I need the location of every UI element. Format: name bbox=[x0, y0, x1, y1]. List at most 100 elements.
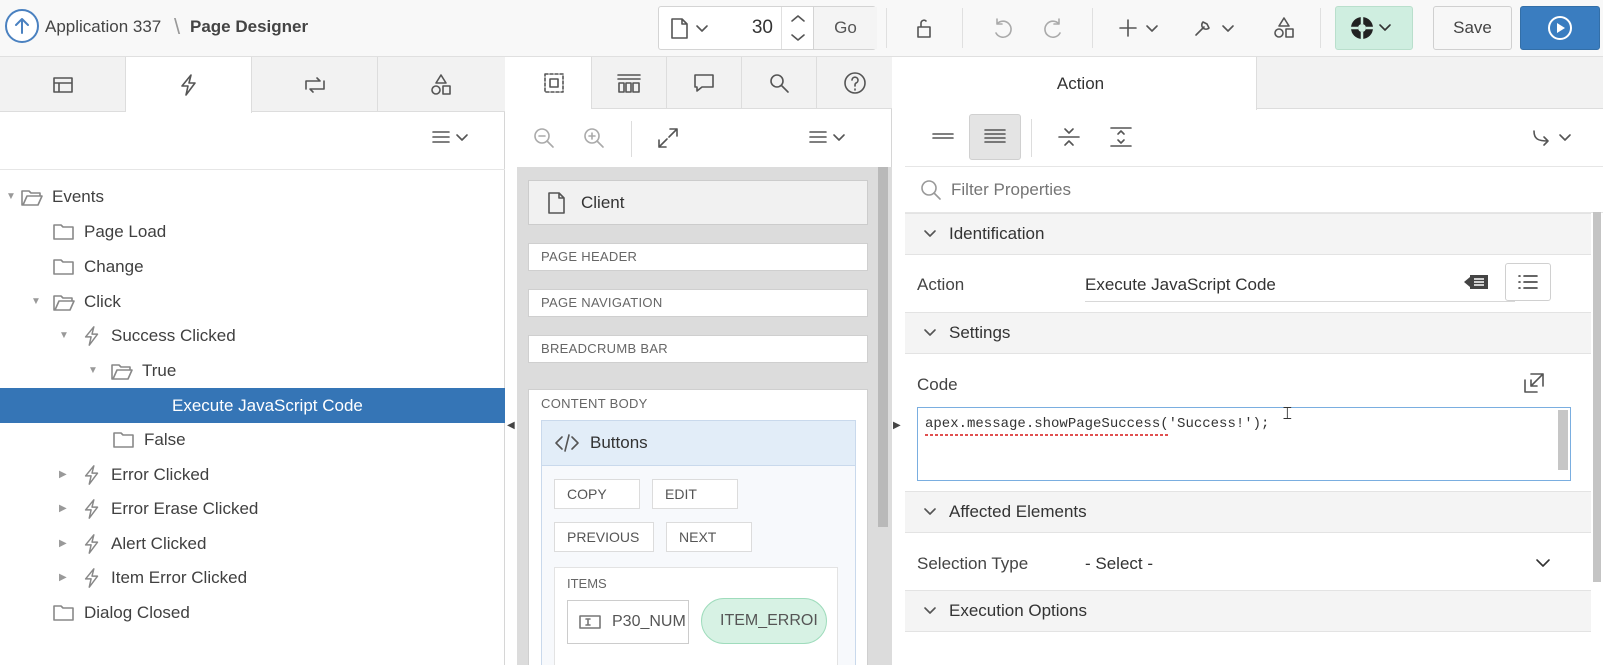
expand-all-icon[interactable] bbox=[1095, 114, 1147, 160]
show-all-icon[interactable] bbox=[969, 114, 1021, 160]
toolbar-divider bbox=[886, 8, 887, 48]
edit-button-slot[interactable]: EDIT bbox=[652, 479, 738, 509]
tree-node-dialog-closed[interactable]: Dialog Closed bbox=[0, 595, 505, 630]
tree-node-click[interactable]: ▼ Click bbox=[0, 284, 505, 319]
right-splitter-arrow-icon[interactable]: ▶ bbox=[893, 420, 901, 431]
text-field-icon bbox=[579, 615, 601, 629]
expand-arrow-icon[interactable]: ▶ bbox=[59, 503, 81, 514]
page-navigation-region[interactable]: PAGE NAVIGATION bbox=[528, 289, 868, 317]
go-to-group-menu-icon[interactable] bbox=[1525, 114, 1585, 160]
app-name-link[interactable]: Application 337 bbox=[45, 17, 161, 37]
page-number-input[interactable] bbox=[721, 7, 781, 49]
item-p30-num[interactable]: P30_NUM bbox=[567, 600, 689, 644]
shared-components-tab[interactable] bbox=[378, 57, 504, 112]
next-button-slot[interactable]: NEXT bbox=[666, 522, 752, 552]
tree-node-error-erase-clicked[interactable]: ▶ Error Erase Clicked bbox=[0, 491, 505, 526]
tree-node-label: Error Clicked bbox=[111, 464, 210, 484]
left-pane-menu-button[interactable] bbox=[430, 127, 474, 149]
expand-arrow-icon[interactable]: ▶ bbox=[59, 572, 81, 583]
code-label: Code bbox=[917, 375, 958, 394]
filter-properties-input[interactable] bbox=[951, 177, 1551, 203]
tree-node-false[interactable]: False bbox=[0, 422, 505, 457]
page-title: Page Designer bbox=[190, 17, 309, 36]
zoom-in-icon[interactable] bbox=[581, 125, 607, 151]
selection-type-select[interactable]: - Select - bbox=[1085, 554, 1153, 574]
breadcrumb-bar-region[interactable]: BREADCRUMB BAR bbox=[528, 335, 868, 363]
lock-icon[interactable] bbox=[902, 6, 946, 50]
action-select[interactable]: Execute JavaScript Code bbox=[1085, 275, 1276, 295]
previous-button-slot[interactable]: PREVIOUS bbox=[554, 522, 654, 552]
identification-group-header[interactable]: Identification bbox=[905, 213, 1591, 255]
component-view-tab[interactable] bbox=[592, 57, 667, 109]
tree-node-true[interactable]: ▼ True bbox=[0, 353, 505, 388]
content-body-region[interactable]: CONTENT BODY Buttons COPY EDIT PREVIOUS … bbox=[528, 389, 868, 665]
copy-button-slot[interactable]: COPY bbox=[554, 479, 640, 509]
action-help-icon[interactable] bbox=[1461, 269, 1491, 295]
help-tab[interactable] bbox=[817, 57, 892, 109]
buttons-region[interactable]: Buttons COPY EDIT PREVIOUS NEXT ITEMS P3… bbox=[541, 420, 856, 665]
chevron-down-icon bbox=[924, 329, 936, 336]
affected-elements-group-header[interactable]: Affected Elements bbox=[905, 491, 1591, 533]
action-list-button[interactable] bbox=[1505, 263, 1551, 301]
undo-icon[interactable] bbox=[980, 6, 1024, 50]
expand-arrow-icon[interactable]: ▶ bbox=[59, 538, 81, 549]
utilities-menu-button[interactable] bbox=[1186, 6, 1246, 50]
code-scrollbar[interactable] bbox=[1558, 410, 1568, 470]
buttons-region-header[interactable]: Buttons bbox=[542, 421, 855, 466]
collapse-arrow-icon[interactable]: ▼ bbox=[31, 296, 52, 307]
settings-group-header[interactable]: Settings bbox=[905, 312, 1591, 354]
code-editor-expand-icon[interactable] bbox=[1521, 370, 1547, 396]
layout-scrollbar[interactable] bbox=[878, 167, 888, 527]
code-icon bbox=[555, 434, 579, 452]
group-title: Identification bbox=[949, 224, 1045, 243]
client-label: Client bbox=[581, 192, 625, 212]
run-page-button[interactable] bbox=[1520, 6, 1600, 50]
left-splitter-arrow-icon[interactable]: ◀ bbox=[507, 420, 515, 431]
tree-node-change[interactable]: Change bbox=[0, 249, 505, 284]
tree-node-item-error-clicked[interactable]: ▶ Item Error Clicked bbox=[0, 560, 505, 595]
layout-tab[interactable] bbox=[517, 57, 592, 109]
messages-tab[interactable] bbox=[667, 57, 742, 109]
group-title: Execution Options bbox=[949, 601, 1087, 620]
app-home-icon[interactable] bbox=[5, 9, 39, 43]
item-error-button[interactable]: ITEM_ERROI bbox=[701, 598, 827, 644]
code-editor[interactable]: apex.message.showPageSuccess('Success!')… bbox=[917, 407, 1571, 481]
create-menu-button[interactable] bbox=[1110, 6, 1170, 50]
tree-node-events[interactable]: ▼ Events bbox=[0, 179, 505, 214]
rendering-tab[interactable] bbox=[0, 57, 126, 112]
collapse-arrow-icon[interactable]: ▼ bbox=[59, 330, 81, 341]
shared-components-icon[interactable] bbox=[1262, 6, 1306, 50]
dynamic-actions-tab[interactable] bbox=[126, 57, 252, 113]
developer-toolbar-button[interactable] bbox=[1335, 6, 1413, 50]
chevron-down-icon[interactable] bbox=[1535, 557, 1551, 569]
page-finder-button[interactable] bbox=[659, 7, 721, 49]
show-common-icon[interactable] bbox=[917, 114, 969, 160]
layout-menu-button[interactable] bbox=[807, 127, 851, 149]
search-icon bbox=[921, 180, 941, 200]
go-button[interactable]: Go bbox=[813, 7, 877, 49]
processing-tab[interactable] bbox=[252, 57, 378, 112]
page-stepper[interactable] bbox=[781, 7, 813, 49]
search-tab[interactable] bbox=[742, 57, 817, 109]
code-text[interactable]: apex.message.showPageSuccess('Success!')… bbox=[925, 416, 1269, 432]
redo-icon[interactable] bbox=[1032, 6, 1076, 50]
expand-arrow-icon[interactable]: ▶ bbox=[59, 469, 81, 480]
left-pane: ▼ Events Page Load Change ▼ Click ▼ Succ… bbox=[0, 57, 505, 665]
collapse-all-icon[interactable] bbox=[1043, 114, 1095, 160]
items-region[interactable]: ITEMS P30_NUM ITEM_ERROI bbox=[554, 567, 838, 665]
tab-action[interactable]: Action bbox=[905, 57, 1257, 110]
page-header-region[interactable]: PAGE HEADER bbox=[528, 243, 868, 271]
zoom-out-icon[interactable] bbox=[531, 125, 557, 151]
collapse-arrow-icon[interactable]: ▼ bbox=[6, 191, 20, 202]
client-region[interactable]: Client bbox=[528, 180, 868, 225]
execution-options-group-header[interactable]: Execution Options bbox=[905, 590, 1591, 632]
property-scrollbar[interactable] bbox=[1593, 212, 1601, 582]
tree-node-success-clicked[interactable]: ▼ Success Clicked bbox=[0, 318, 505, 353]
tree-node-page-load[interactable]: Page Load bbox=[0, 214, 505, 249]
collapse-arrow-icon[interactable]: ▼ bbox=[88, 365, 110, 376]
save-button[interactable]: Save bbox=[1433, 6, 1512, 50]
expand-icon[interactable] bbox=[655, 125, 681, 151]
tree-node-execute-javascript-code[interactable]: Execute JavaScript Code bbox=[0, 388, 505, 423]
tree-node-alert-clicked[interactable]: ▶ Alert Clicked bbox=[0, 526, 505, 561]
tree-node-error-clicked[interactable]: ▶ Error Clicked bbox=[0, 457, 505, 492]
